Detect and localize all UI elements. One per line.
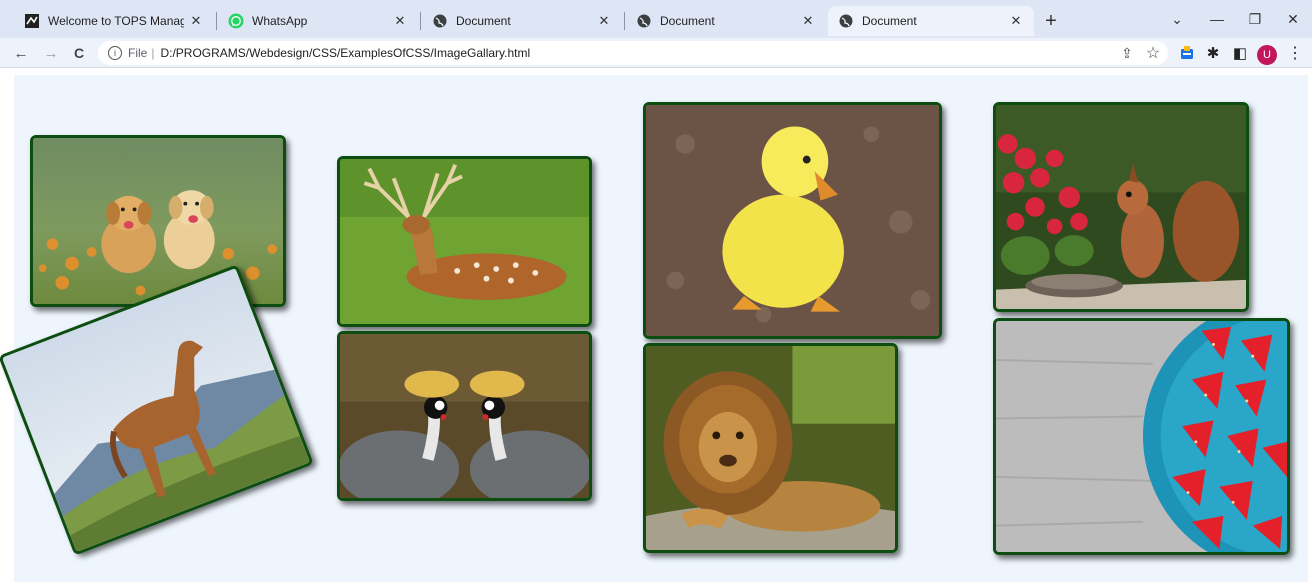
gallery-image-cranes[interactable] <box>337 331 592 501</box>
tab-separator <box>420 12 421 30</box>
tab-title: Document <box>862 14 917 28</box>
gallery-image-duckling[interactable] <box>643 102 942 339</box>
tab-whatsapp[interactable]: WhatsApp ✕ <box>218 6 418 36</box>
tops-favicon-icon <box>24 13 40 29</box>
minimize-button[interactable]: — <box>1206 8 1228 30</box>
share-icon[interactable]: ⇪ <box>1116 42 1138 64</box>
tab-close-icon[interactable]: ✕ <box>188 13 204 29</box>
gallery-image-squirrel[interactable] <box>993 102 1249 312</box>
gallery-image-deer[interactable] <box>337 156 592 327</box>
tab-separator <box>216 12 217 30</box>
profile-avatar[interactable]: U <box>1257 45 1277 65</box>
gallery-image-horse[interactable] <box>0 264 314 556</box>
browser-menu-icon[interactable]: ⋮ <box>1284 42 1306 64</box>
squirrel-image <box>996 105 1246 309</box>
cranes-image <box>340 334 589 498</box>
globe-icon <box>636 13 652 29</box>
address-bar[interactable]: i File | D:/PROGRAMS/Webdesign/CSS/Examp… <box>98 41 1168 65</box>
tab-separator <box>624 12 625 30</box>
tab-title: Document <box>660 14 715 28</box>
restore-button[interactable]: ❐ <box>1244 8 1266 30</box>
site-info-icon[interactable]: i <box>108 46 122 60</box>
forward-button[interactable]: → <box>40 42 62 64</box>
tab-strip: Welcome to TOPS Management ✕ WhatsApp ✕ … <box>0 0 1312 38</box>
address-scheme: File <box>128 46 148 60</box>
extensions-puzzle-icon[interactable]: ✱ <box>1202 42 1224 64</box>
browser-toolbar: ← → C i File | D:/PROGRAMS/Webdesign/CSS… <box>0 38 1312 68</box>
globe-icon <box>838 13 854 29</box>
strawberries-image <box>996 321 1287 552</box>
tab-close-icon[interactable]: ✕ <box>1008 13 1024 29</box>
address-url[interactable]: D:/PROGRAMS/Webdesign/CSS/ExamplesOfCSS/… <box>160 46 530 60</box>
tab-title: WhatsApp <box>252 14 308 28</box>
tab-close-icon[interactable]: ✕ <box>596 13 612 29</box>
image-gallery <box>0 75 1308 582</box>
tab-document-2[interactable]: Document ✕ <box>626 6 826 36</box>
whatsapp-icon <box>228 13 244 29</box>
gallery-image-lion[interactable] <box>643 343 898 553</box>
tab-document-1[interactable]: Document ✕ <box>422 6 622 36</box>
gallery-image-strawberries[interactable] <box>993 318 1290 555</box>
gallery-image-puppies[interactable] <box>30 135 286 307</box>
globe-icon <box>432 13 448 29</box>
tab-search-icon[interactable]: ⌄ <box>1166 8 1188 30</box>
tab-close-icon[interactable]: ✕ <box>392 13 408 29</box>
side-panel-icon[interactable]: ◧ <box>1229 42 1251 64</box>
tab-close-icon[interactable]: ✕ <box>800 13 816 29</box>
tab-document-active[interactable]: Document ✕ <box>828 6 1034 36</box>
horse-image <box>2 268 310 552</box>
tab-tops[interactable]: Welcome to TOPS Management ✕ <box>14 6 214 36</box>
bookmark-star-icon[interactable]: ☆ <box>1142 42 1164 64</box>
puppies-image <box>33 138 283 304</box>
tab-title: Welcome to TOPS Management <box>48 14 184 28</box>
new-tab-button[interactable]: + <box>1040 10 1062 32</box>
deer-image <box>340 159 589 324</box>
lion-image <box>646 346 895 550</box>
window-close-button[interactable]: ✕ <box>1282 8 1304 30</box>
extension-app-icon[interactable] <box>1176 42 1198 64</box>
page-viewport <box>0 69 1312 582</box>
tab-title: Document <box>456 14 511 28</box>
reload-button[interactable]: C <box>68 42 90 64</box>
back-button[interactable]: ← <box>10 42 32 64</box>
address-divider: | <box>151 46 155 60</box>
duckling-image <box>646 105 939 336</box>
